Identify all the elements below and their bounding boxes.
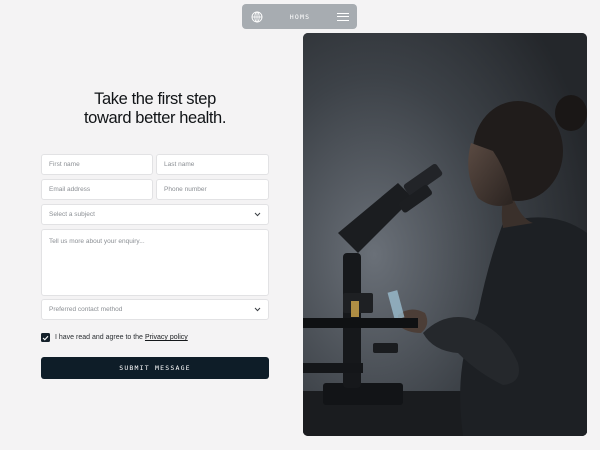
contact-method-select[interactable]: Preferred contact method xyxy=(41,299,269,320)
checkmark-icon xyxy=(42,335,49,340)
headline-line-2: toward better health. xyxy=(83,109,227,127)
scientist-microscope-image xyxy=(303,33,587,436)
chevron-down-icon xyxy=(254,307,261,312)
globe-logo-icon[interactable] xyxy=(251,11,263,23)
agree-text: I have read and agree to the xyxy=(55,334,143,341)
page-headline: Take the first step toward better health… xyxy=(41,90,269,128)
email-input[interactable]: Email address xyxy=(41,179,153,200)
first-name-input[interactable]: First name xyxy=(41,154,153,175)
enquiry-placeholder: Tell us more about your enquiry... xyxy=(49,238,145,245)
email-placeholder: Email address xyxy=(49,186,91,193)
subject-select[interactable]: Select a subject xyxy=(41,204,269,225)
top-nav: HOMS xyxy=(242,4,357,29)
enquiry-textarea[interactable]: Tell us more about your enquiry... xyxy=(41,229,269,296)
headline-line-1: Take the first step xyxy=(94,90,216,108)
agree-checkbox[interactable] xyxy=(41,333,50,342)
first-name-placeholder: First name xyxy=(49,161,80,168)
privacy-policy-link[interactable]: Privacy policy xyxy=(145,334,188,341)
subject-placeholder: Select a subject xyxy=(49,211,95,218)
phone-placeholder: Phone number xyxy=(164,186,207,193)
contact-method-placeholder: Preferred contact method xyxy=(49,306,123,313)
privacy-agreement: I have read and agree to the Privacy pol… xyxy=(41,333,188,342)
chevron-down-icon xyxy=(254,212,261,217)
last-name-input[interactable]: Last name xyxy=(156,154,269,175)
hamburger-menu-icon[interactable] xyxy=(337,12,349,22)
submit-button[interactable]: SUBMIT MESSAGE xyxy=(41,357,269,379)
phone-input[interactable]: Phone number xyxy=(156,179,269,200)
brand-name[interactable]: HOMS xyxy=(290,13,310,21)
last-name-placeholder: Last name xyxy=(164,161,195,168)
